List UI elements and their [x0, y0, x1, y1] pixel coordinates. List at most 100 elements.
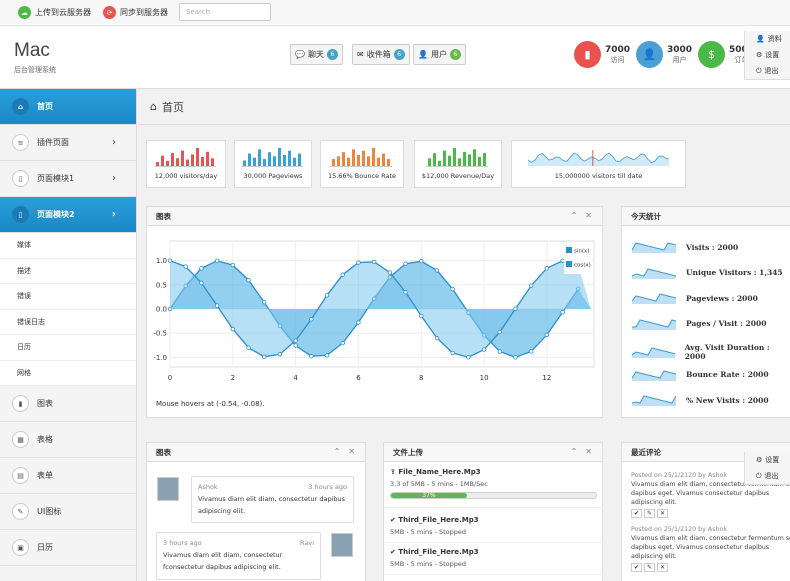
cos-point[interactable] [262, 354, 267, 360]
menu-logout[interactable]: ⏻ 退出 [745, 63, 790, 79]
sidebar-item-home[interactable]: ⌂ 首页 [0, 89, 136, 125]
cos-point[interactable] [403, 290, 408, 295]
cos-point[interactable] [560, 258, 565, 263]
close-icon[interactable]: ✕ [585, 211, 592, 220]
cos-point[interactable] [434, 335, 440, 341]
sin-point[interactable] [293, 343, 298, 348]
sin-point[interactable] [560, 310, 565, 315]
sidebar-item-module1[interactable]: ▯ 页面模块1 › [0, 161, 136, 197]
sin-point[interactable] [403, 261, 408, 266]
sin-point[interactable] [356, 320, 361, 325]
upload-cloud-button[interactable]: ☁ 上传到云服务器 [18, 5, 91, 20]
list-icon: ≡ [12, 134, 29, 151]
cos-point[interactable] [340, 272, 345, 277]
chevron-up-icon[interactable]: ⌃ [571, 211, 578, 220]
subnav-error[interactable]: 错误 [0, 284, 136, 310]
sin-point[interactable] [419, 258, 424, 264]
pencil-icon[interactable]: ✎ [644, 509, 655, 518]
chat-button[interactable]: 💬 聊天 6 [290, 44, 343, 65]
x-tick-label: 4 [293, 374, 298, 382]
users-button[interactable]: 👤 用户 6 [413, 44, 466, 65]
cos-point[interactable] [309, 316, 314, 322]
sin-point[interactable] [324, 353, 330, 358]
cos-point[interactable] [450, 350, 455, 356]
upload-icon: ⇪ [390, 468, 396, 476]
cos-point[interactable] [356, 260, 361, 265]
sparkline [632, 242, 676, 253]
sin-point[interactable] [340, 340, 345, 346]
sin-point[interactable] [246, 277, 251, 283]
y-tick-label: 1.0 [156, 257, 167, 265]
sin-point[interactable] [544, 332, 550, 338]
menu-settings[interactable]: ⚙ 设置 [745, 452, 790, 468]
menu-settings[interactable]: ⚙ 设置 [745, 47, 790, 63]
file-row[interactable]: ✔ Third_File_Here.Mp3 5MB - 5 mins - Stop… [384, 544, 603, 575]
sparkline [632, 267, 676, 279]
close-icon[interactable]: ✕ [657, 563, 668, 572]
sidebar-item-plugins[interactable]: ≡ 插件页面 › [0, 125, 136, 161]
sync-server-button[interactable]: ⟳ 同步到服务器 [103, 5, 168, 20]
sin-point[interactable] [434, 268, 440, 273]
inbox-button[interactable]: ✉ 收件箱 6 [352, 44, 410, 65]
progress-fill: 37% [391, 493, 467, 499]
menu-profile[interactable]: 👤 资料 [745, 31, 790, 47]
sin-cos-chart[interactable]: 0 2 4 6 8 10 12 1.0 0.5 0.0 -0.5 -1.0 sin(x) cos(x) [147, 227, 602, 397]
cos-point[interactable] [387, 270, 393, 275]
subnav-error-log[interactable]: 错误日志 [0, 309, 136, 335]
cos-point[interactable] [230, 326, 236, 332]
sidebar-item-calendar[interactable]: ▣ 日历 [0, 530, 136, 566]
sin-point[interactable] [214, 258, 220, 263]
cos-point[interactable] [419, 313, 424, 319]
spark-label: 15,000000 visitors till date [554, 172, 643, 180]
sin-point[interactable] [262, 299, 267, 305]
cos-point[interactable] [214, 303, 220, 308]
subnav-media[interactable]: 媒体 [0, 233, 136, 259]
close-icon[interactable]: ✕ [657, 509, 668, 518]
close-icon[interactable]: ✕ [348, 447, 355, 456]
check-icon[interactable]: ✔ [631, 563, 642, 572]
cos-point[interactable] [183, 264, 188, 269]
sidebar-item-ui-icons[interactable]: ✎ UI图标 [0, 494, 136, 530]
cos-point[interactable] [246, 345, 251, 350]
today-stat-label: Unique Visitors : 1,345 [686, 268, 783, 277]
pencil-icon[interactable]: ✎ [644, 563, 655, 572]
check-icon[interactable]: ✔ [631, 509, 642, 518]
panel-title: 今天统计 [631, 211, 661, 221]
subnav-calendar[interactable]: 日历 [0, 335, 136, 361]
cos-point[interactable] [497, 329, 502, 335]
cos-point[interactable] [481, 347, 487, 352]
cos-point[interactable] [293, 338, 298, 343]
sin-point[interactable] [528, 349, 534, 354]
sin-point[interactable] [497, 349, 502, 354]
chevron-up-icon[interactable]: ⌃ [571, 447, 578, 456]
cos-point[interactable] [466, 354, 471, 360]
cos-point[interactable] [544, 266, 550, 271]
cos-point[interactable] [513, 306, 518, 311]
subnav-grid[interactable]: 网格 [0, 360, 136, 386]
file-row[interactable]: ⇪ File_Name_Here.Mp3 3.3 of 5MB - 5 mins … [384, 464, 603, 508]
cos-point[interactable] [277, 352, 283, 357]
sin-point[interactable] [230, 262, 236, 268]
cos-point[interactable] [528, 283, 534, 288]
sidebar-item-forms[interactable]: ▤ 表单 [0, 458, 136, 494]
sidebar-item-module2[interactable]: ▯ 页面模块2 › [0, 197, 136, 233]
sin-point[interactable] [513, 355, 518, 360]
cos-point[interactable] [371, 259, 377, 264]
file-row[interactable]: ✔ Third_File_Here.Mp3 5MB - 5 mins - Stop… [384, 512, 603, 543]
search-input[interactable]: Search [179, 3, 271, 21]
cos-point[interactable] [324, 293, 330, 298]
sin-point[interactable] [450, 286, 455, 292]
sin-point[interactable] [199, 266, 204, 271]
spark-bar [298, 153, 301, 166]
sidebar-item-tables[interactable]: ▦ 表格 [0, 422, 136, 458]
cos-point[interactable] [167, 258, 173, 263]
chevron-up-icon[interactable]: ⌃ [334, 447, 341, 456]
sin-point[interactable] [309, 354, 314, 359]
sidebar-item-charts[interactable]: ▮ 图表 [0, 386, 136, 422]
stat-label: 用户 [672, 55, 687, 64]
menu-logout[interactable]: ⏻ 退出 [745, 468, 790, 484]
cos-point[interactable] [199, 280, 204, 286]
spark-bar [288, 150, 291, 166]
subnav-description[interactable]: 描述 [0, 258, 136, 284]
close-icon[interactable]: ✕ [585, 447, 592, 456]
